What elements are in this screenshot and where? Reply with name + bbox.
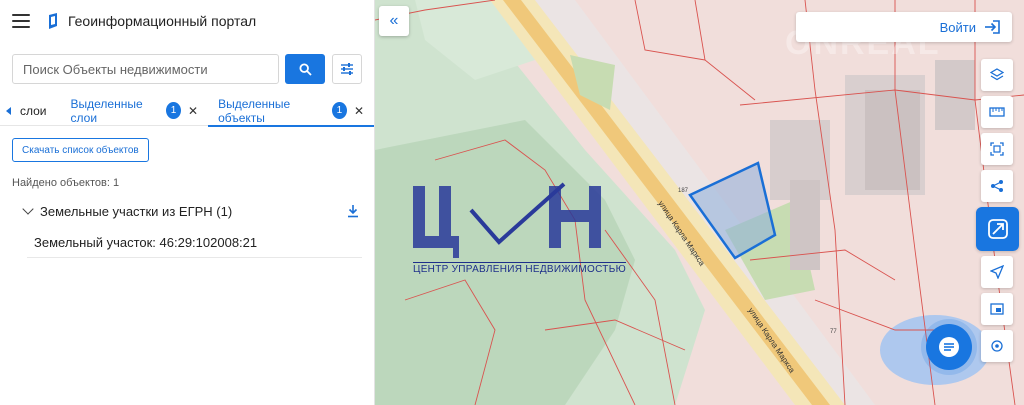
chevron-down-icon: [22, 203, 34, 215]
target-icon: [991, 340, 1003, 352]
minimap-button[interactable]: [981, 293, 1013, 325]
hamburger-menu-icon[interactable]: [12, 14, 30, 28]
layers-icon: [990, 68, 1004, 81]
sidebar: Геоинформационный портал слои Выделенные…: [0, 0, 375, 405]
measure-button[interactable]: [981, 96, 1013, 128]
area-select-icon: [990, 142, 1004, 156]
house-number: 187: [678, 188, 689, 194]
login-button[interactable]: Войти: [796, 12, 1012, 42]
route-icon: [987, 219, 1008, 239]
result-list-item[interactable]: Земельный участок: 46:29:102008:21: [27, 228, 362, 258]
sliders-icon: [341, 63, 354, 75]
search-icon: [299, 62, 312, 76]
tab-selected-objects[interactable]: Выделенные объекты 1 ✕: [208, 96, 374, 127]
map-view[interactable]: улица Карла Маркса улица Карла Маркса 18…: [375, 0, 1024, 405]
watermark-caption: ЦЕНТР УПРАВЛЕНИЯ НЕДВИЖИМОСТЬЮ: [413, 262, 626, 275]
double-chevron-left-icon: «: [389, 12, 399, 29]
house-number: 77: [830, 329, 837, 335]
tab-selected-objects-label: Выделенные объекты: [218, 96, 291, 125]
selected-objects-count-badge: 1: [331, 102, 347, 119]
map-toolbar: [976, 59, 1019, 367]
result-group-label: Земельные участки из ЕГРН (1): [40, 203, 233, 219]
geolocation-button[interactable]: [981, 256, 1013, 288]
picture-in-picture-icon: [990, 303, 1004, 315]
tab-layers-label: слои: [20, 103, 47, 118]
close-selected-layers-icon[interactable]: ✕: [188, 104, 198, 118]
search-row: [0, 54, 374, 84]
tab-layers-back[interactable]: слои: [0, 104, 61, 118]
download-objects-list-button[interactable]: Скачать список объектов: [12, 138, 149, 162]
close-selected-objects-icon[interactable]: ✕: [354, 104, 364, 118]
found-objects-count: Найдено объектов: 1: [12, 177, 120, 189]
selected-layers-count-badge: 1: [165, 102, 182, 119]
app-title: Геоинформационный портал: [68, 13, 257, 29]
login-icon: [985, 20, 1000, 34]
ruler-icon: [989, 107, 1005, 117]
search-location-button[interactable]: [981, 330, 1013, 362]
collapse-sidebar-button[interactable]: «: [379, 6, 409, 36]
download-icon[interactable]: [346, 204, 360, 218]
portal-logo-icon: [49, 13, 57, 29]
search-button[interactable]: [285, 54, 326, 84]
share-button[interactable]: [981, 170, 1013, 202]
tabs-bar: слои Выделенные слои 1 ✕ Выделенные объе…: [0, 96, 374, 127]
tab-selected-layers[interactable]: Выделенные слои 1 ✕: [61, 96, 209, 126]
search-input[interactable]: [12, 54, 280, 84]
share-icon: [991, 180, 1003, 192]
result-group-header[interactable]: Земельные участки из ЕГРН (1): [0, 202, 374, 220]
login-label: Войти: [939, 19, 976, 35]
layers-button[interactable]: [981, 59, 1013, 91]
chat-button[interactable]: [926, 324, 972, 370]
back-arrow-icon: [6, 106, 11, 115]
navigation-arrow-icon: [990, 265, 1004, 279]
filter-settings-button[interactable]: [332, 54, 362, 84]
route-button[interactable]: [976, 207, 1019, 251]
tab-selected-layers-label: Выделенные слои: [70, 96, 143, 125]
area-select-button[interactable]: [981, 133, 1013, 165]
chat-icon: [939, 337, 959, 357]
top-bar: Геоинформационный портал: [0, 0, 374, 42]
